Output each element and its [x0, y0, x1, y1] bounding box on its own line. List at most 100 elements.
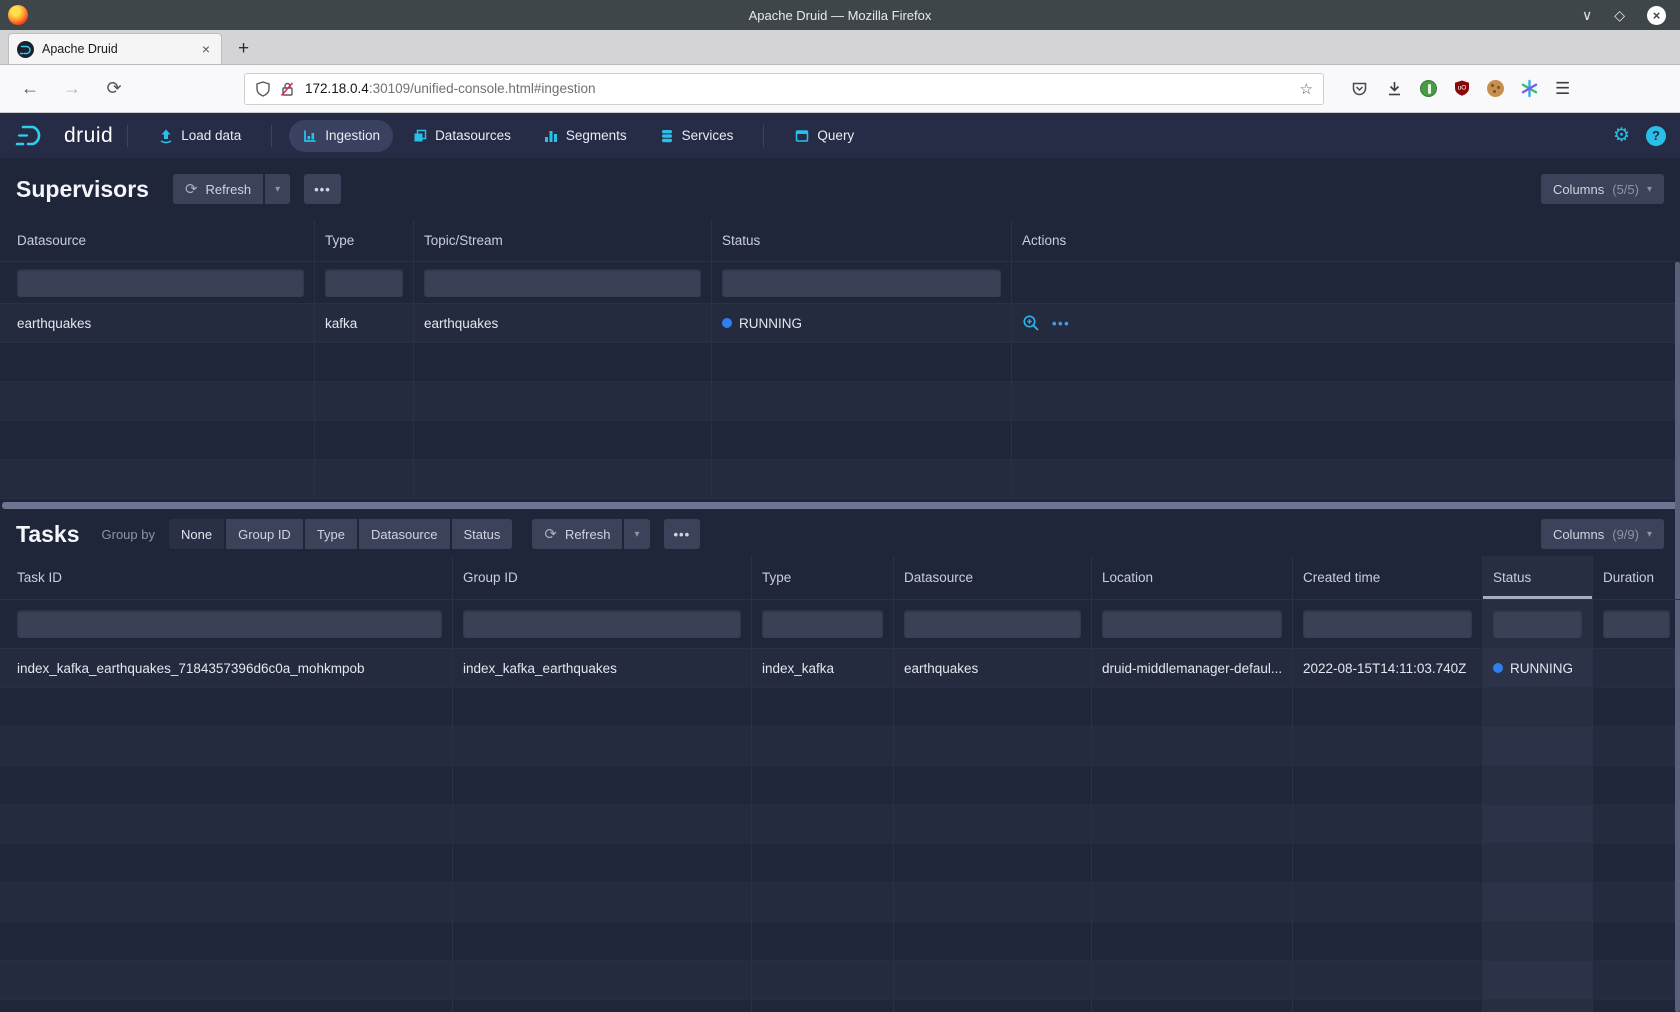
- column-header[interactable]: Created time: [1293, 556, 1483, 599]
- supervisor-type: kafka: [315, 304, 414, 342]
- tab-close-icon[interactable]: ×: [199, 41, 213, 57]
- column-header[interactable]: Actions: [1012, 220, 1680, 261]
- supervisors-refresh-caret-button[interactable]: ▾: [265, 174, 290, 204]
- tasks-table-body: index_kafka_earthquakes_7184357396d6c0a_…: [0, 649, 1680, 1012]
- column-header[interactable]: Task ID: [0, 556, 453, 599]
- nav-load-data[interactable]: Load data: [145, 120, 254, 152]
- column-header[interactable]: Group ID: [453, 556, 752, 599]
- column-header[interactable]: Status: [712, 220, 1012, 261]
- supervisors-filter-type[interactable]: [325, 269, 403, 297]
- download-icon[interactable]: [1385, 79, 1404, 98]
- magnify-plus-icon[interactable]: [1022, 314, 1040, 332]
- bookmark-star-icon[interactable]: ☆: [1300, 80, 1313, 98]
- cookie-extension-icon[interactable]: [1487, 80, 1504, 97]
- url-bar[interactable]: 172.18.0.4:30109/unified-console.html#in…: [244, 73, 1324, 105]
- query-icon: [794, 128, 810, 144]
- menu-icon[interactable]: ☰: [1555, 79, 1570, 99]
- privacy-extension-icon[interactable]: [1420, 80, 1437, 97]
- new-tab-button[interactable]: +: [238, 38, 249, 64]
- task-type: index_kafka: [752, 649, 894, 687]
- tasks-vertical-scrollbar[interactable]: [1675, 600, 1680, 1012]
- group-by-datasource-button[interactable]: Datasource: [359, 519, 449, 549]
- column-header[interactable]: Type: [752, 556, 894, 599]
- column-header[interactable]: Datasource: [0, 220, 315, 261]
- tasks-table: Task ID Group ID Type Datasource Locatio…: [0, 556, 1680, 1012]
- window-minimize-icon[interactable]: ∨: [1582, 8, 1592, 22]
- columns-count: (9/9): [1612, 527, 1639, 542]
- tasks-refresh-button[interactable]: ⟳ Refresh: [532, 519, 622, 549]
- ublock-origin-icon[interactable]: uO: [1453, 79, 1471, 98]
- nav-ingestion[interactable]: Ingestion: [289, 120, 393, 152]
- pocket-icon[interactable]: [1350, 79, 1369, 98]
- group-by-none-button[interactable]: None: [169, 519, 224, 549]
- tasks-filter-task-id[interactable]: [17, 610, 442, 638]
- supervisors-columns-button[interactable]: Columns (5/5) ▾: [1541, 174, 1664, 204]
- tasks-refresh-caret-button[interactable]: ▾: [624, 519, 649, 549]
- group-by-type-button[interactable]: Type: [305, 519, 357, 549]
- supervisors-title: Supervisors: [16, 176, 149, 203]
- tasks-columns-button[interactable]: Columns (9/9) ▾: [1541, 519, 1664, 549]
- url-host: 172.18.0.4: [305, 81, 369, 96]
- insecure-lock-icon[interactable]: [279, 80, 295, 98]
- column-header[interactable]: Topic/Stream: [414, 220, 712, 261]
- tasks-filter-datasource[interactable]: [904, 610, 1081, 638]
- nav-label: Services: [682, 128, 734, 143]
- tasks-filter-created-time[interactable]: [1303, 610, 1472, 638]
- column-header[interactable]: Location: [1092, 556, 1293, 599]
- chevron-down-icon: ▾: [275, 184, 280, 195]
- table-row-empty: [0, 961, 1680, 1000]
- column-header-sorted[interactable]: Status: [1483, 556, 1593, 599]
- supervisors-filter-status[interactable]: [722, 269, 1001, 297]
- nav-datasources[interactable]: Datasources: [399, 120, 524, 152]
- column-header[interactable]: Duration: [1593, 556, 1680, 599]
- supervisors-horizontal-scrollbar[interactable]: [0, 499, 1680, 512]
- supervisors-refresh-button[interactable]: ⟳ Refresh: [173, 174, 263, 204]
- supervisors-more-button[interactable]: •••: [304, 174, 341, 204]
- table-row-empty: [0, 1000, 1680, 1012]
- asterisk-extension-icon[interactable]: [1520, 79, 1539, 98]
- nav-services[interactable]: Services: [646, 120, 747, 152]
- tasks-filter-status[interactable]: [1493, 610, 1582, 638]
- task-id: index_kafka_earthquakes_7184357396d6c0a_…: [0, 649, 453, 687]
- nav-label: Ingestion: [325, 128, 380, 143]
- tasks-filter-location[interactable]: [1102, 610, 1282, 638]
- supervisors-filter-topic[interactable]: [424, 269, 701, 297]
- datasources-icon: [412, 128, 428, 144]
- column-header[interactable]: Datasource: [894, 556, 1092, 599]
- table-row-empty: [0, 460, 1680, 499]
- group-by-group-id-button[interactable]: Group ID: [226, 519, 303, 549]
- chevron-down-icon: ▾: [1647, 529, 1652, 540]
- druid-logo-text: druid: [64, 124, 113, 148]
- back-icon[interactable]: ←: [18, 78, 42, 99]
- task-status: RUNNING: [1483, 649, 1593, 687]
- forward-icon[interactable]: →: [60, 78, 84, 99]
- window-close-icon[interactable]: ×: [1647, 6, 1666, 25]
- reload-icon[interactable]: ⟳: [102, 78, 126, 99]
- ingestion-icon: [302, 128, 318, 144]
- refresh-label: Refresh: [206, 182, 252, 197]
- help-icon[interactable]: ?: [1646, 126, 1666, 146]
- window-title: Apache Druid — Mozilla Firefox: [0, 8, 1680, 23]
- tasks-more-button[interactable]: •••: [664, 519, 701, 549]
- group-by-status-button[interactable]: Status: [452, 519, 513, 549]
- druid-logo[interactable]: druid: [14, 122, 113, 150]
- more-icon: •••: [314, 182, 331, 197]
- tasks-filter-duration[interactable]: [1603, 610, 1670, 638]
- nav-segments[interactable]: Segments: [530, 120, 640, 152]
- column-header[interactable]: Type: [315, 220, 414, 261]
- nav-query[interactable]: Query: [781, 120, 867, 152]
- url-text: 172.18.0.4:30109/unified-console.html#in…: [305, 81, 1300, 96]
- browser-tab[interactable]: Apache Druid ×: [8, 33, 222, 64]
- window-maximize-icon[interactable]: ◇: [1614, 8, 1625, 22]
- tasks-filter-type[interactable]: [762, 610, 883, 638]
- settings-gear-icon[interactable]: ⚙: [1613, 124, 1630, 147]
- tasks-filter-group-id[interactable]: [463, 610, 741, 638]
- tasks-title: Tasks: [16, 521, 80, 548]
- row-more-actions-icon[interactable]: •••: [1052, 316, 1070, 331]
- supervisor-row[interactable]: earthquakes kafka earthquakes RUNNING ••…: [0, 304, 1680, 343]
- task-row[interactable]: index_kafka_earthquakes_7184357396d6c0a_…: [0, 649, 1680, 688]
- task-group-id: index_kafka_earthquakes: [453, 649, 752, 687]
- supervisors-filter-datasource[interactable]: [17, 269, 304, 297]
- task-datasource: earthquakes: [894, 649, 1092, 687]
- tracking-shield-icon[interactable]: [255, 80, 271, 98]
